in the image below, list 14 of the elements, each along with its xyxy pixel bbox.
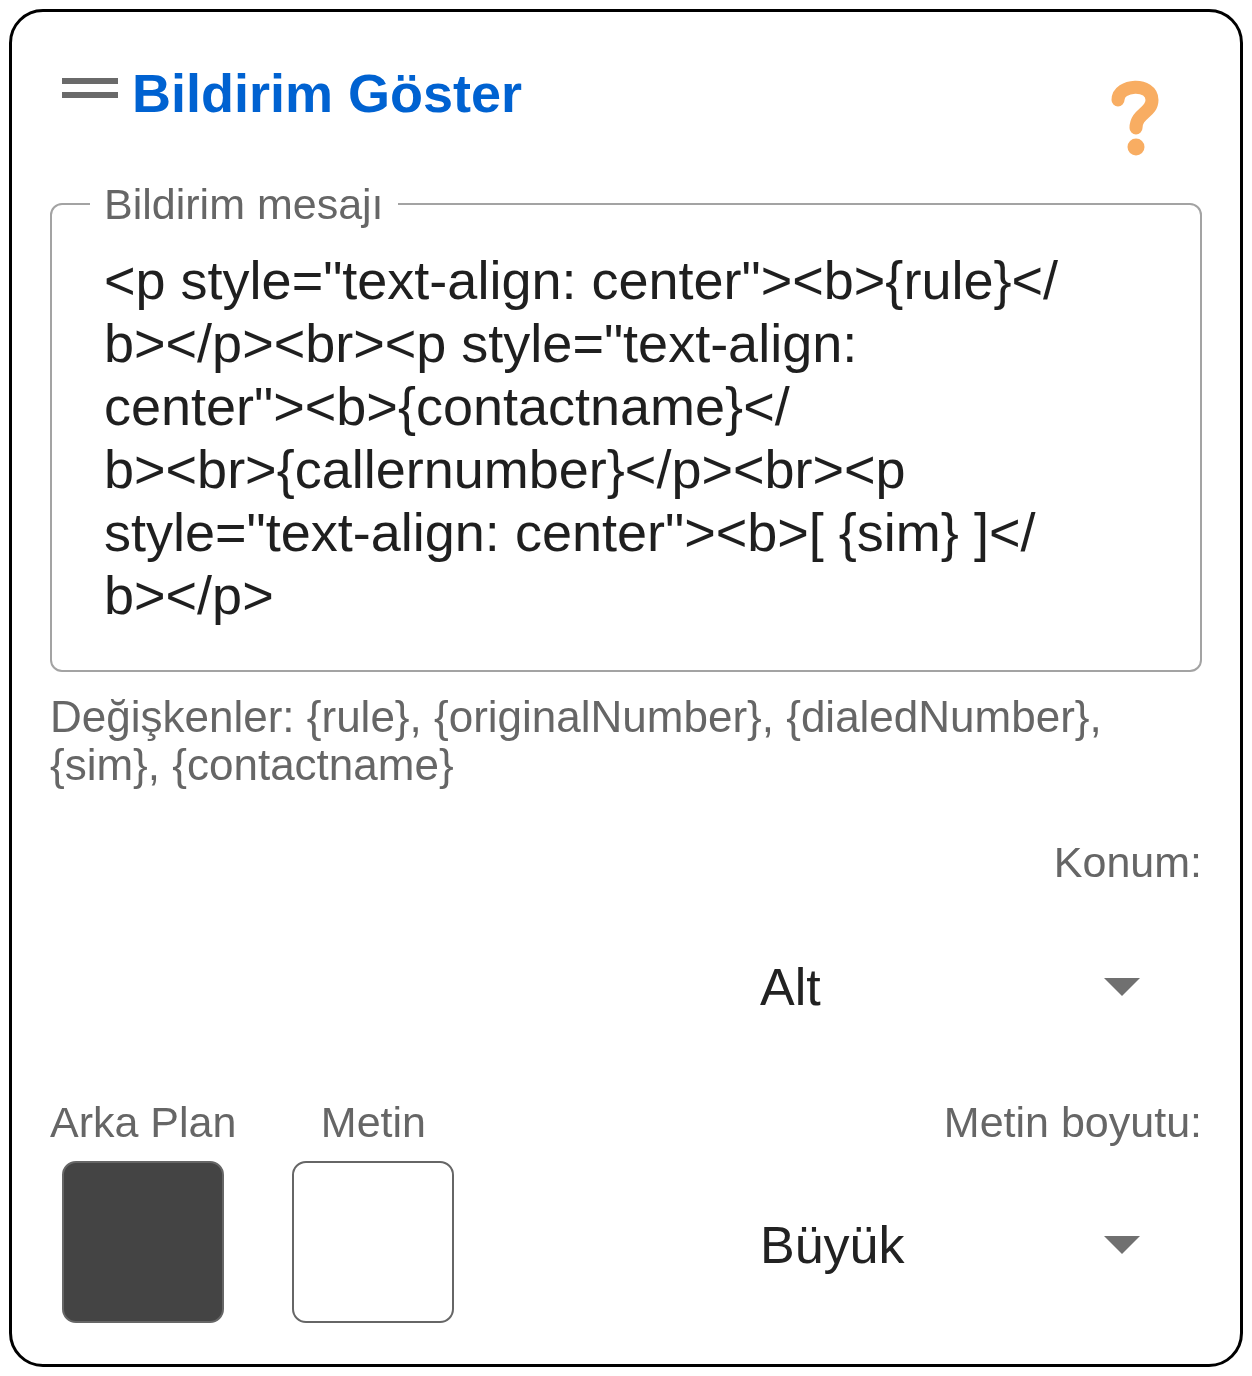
position-label: Konum: <box>1053 838 1202 886</box>
text-size-dropdown[interactable]: Büyük <box>720 1203 1160 1287</box>
variables-hint: Değişkenler: {rule}, {originalNumber}, {dialedNumber}, {sim}, {contactname} <box>50 693 1103 789</box>
menu-icon[interactable] <box>62 78 118 98</box>
caret-icon <box>1104 978 1140 996</box>
caret-icon <box>1104 1236 1140 1254</box>
dialog-title: Bildirim Göster <box>132 63 523 123</box>
color-label: Arka Plan <box>50 1098 237 1146</box>
color-swatch[interactable] <box>62 1161 225 1323</box>
color-label: Metin <box>320 1098 426 1146</box>
field-label: Bildirim mesajı <box>103 180 385 228</box>
text-size-label: Metin boyutu: <box>943 1098 1202 1146</box>
position-dropdown[interactable]: Alt <box>720 945 1160 1029</box>
color-swatch[interactable] <box>292 1161 455 1323</box>
